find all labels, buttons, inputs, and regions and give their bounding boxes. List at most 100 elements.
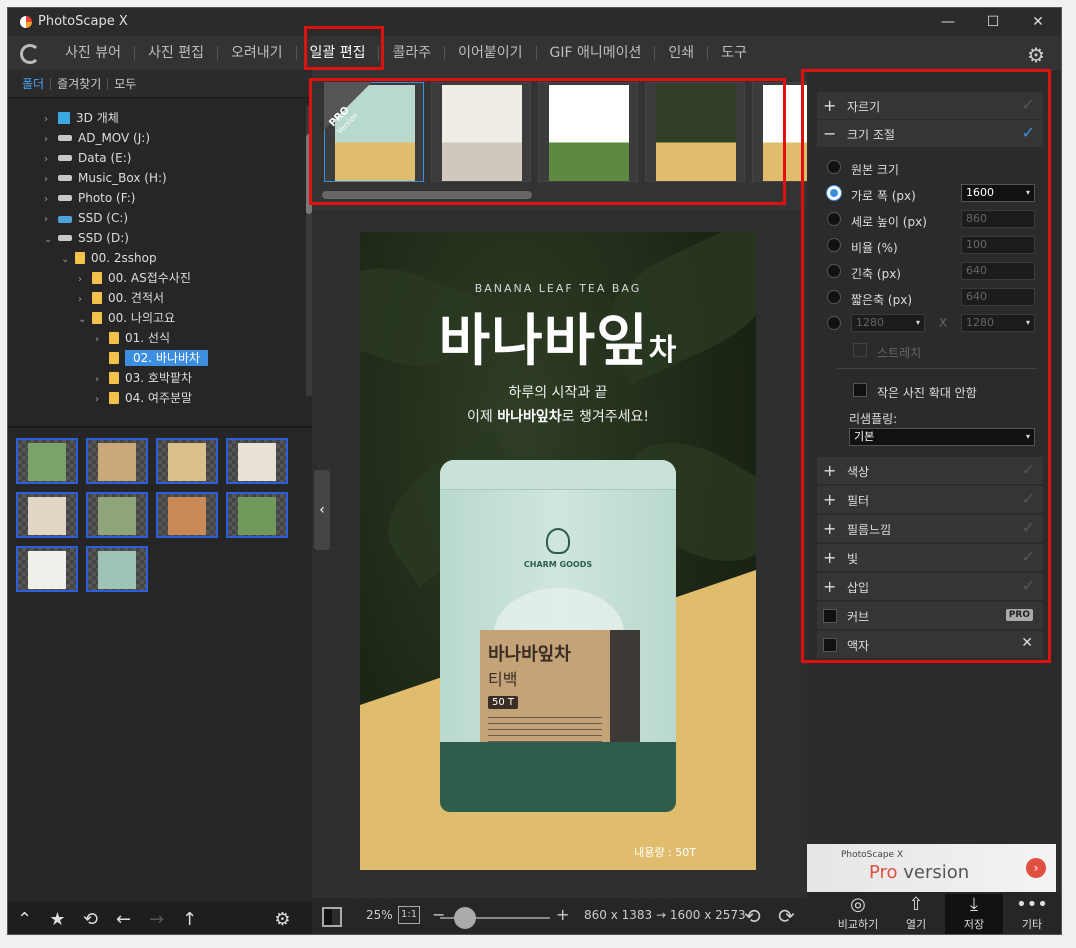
grid-thumbnail[interactable] (16, 492, 78, 538)
tree-item[interactable]: › 03. 호박팥차 (95, 368, 192, 388)
radio-option[interactable] (827, 186, 841, 200)
section-frame[interactable]: 액자 ✕ (817, 631, 1043, 659)
section-4[interactable]: + 삽입 ✓ (817, 573, 1043, 601)
tree-item[interactable]: › 00. AS접수사진 (78, 268, 191, 288)
check-icon: ✓ (1021, 547, 1035, 566)
up-arrow-icon[interactable]: ↑ (173, 909, 206, 930)
minimize-button[interactable]: — (928, 11, 968, 33)
grid-thumbnail[interactable] (86, 492, 148, 538)
drive-icon (58, 195, 72, 201)
tree-item[interactable]: › SSD (C:) (44, 208, 128, 228)
custom-height-field[interactable]: 1280 ▾ (961, 314, 1035, 332)
tree-item[interactable]: › Data (E:) (44, 148, 131, 168)
tab-2[interactable]: 오려내기 (218, 36, 296, 70)
collapse-left-panel-button[interactable]: ‹ (314, 470, 330, 550)
tree-item[interactable]: 02. 바나바차 (95, 348, 209, 368)
rotate-left-icon[interactable]: ⟲ (744, 904, 761, 928)
tab-all[interactable]: 모두 (108, 75, 142, 92)
section-1[interactable]: + 필터 ✓ (817, 486, 1043, 514)
left-tabs: 폴더 즐겨찾기 모두 (8, 70, 312, 98)
grid-thumbnail[interactable] (226, 438, 288, 484)
section-2[interactable]: + 필름느낌 ✓ (817, 515, 1043, 543)
strip-thumbnail[interactable] (431, 82, 531, 182)
strip-scrollbar[interactable] (322, 191, 532, 199)
zoom-out-button[interactable]: − (432, 905, 445, 924)
refresh-icon[interactable]: ⟲ (74, 909, 107, 930)
radio-option[interactable] (827, 290, 841, 304)
tab-1[interactable]: 사진 편집 (135, 36, 217, 70)
option-value-field[interactable]: 640 (961, 288, 1035, 306)
tree-item[interactable]: ⌄ SSD (D:) (44, 228, 129, 248)
resample-select[interactable]: 기본 ▾ (849, 428, 1035, 446)
collapse-up-icon[interactable]: ⌃ (8, 909, 41, 930)
tea-pouch-image: CHARM GOODS 바나바잎차 티백 50 T (440, 460, 676, 812)
radio-custom[interactable] (827, 316, 841, 330)
tab-favorites[interactable]: 즐겨찾기 (51, 75, 107, 92)
chevron-icon: › (44, 134, 48, 145)
grid-thumbnail[interactable] (156, 438, 218, 484)
tab-folder[interactable]: 폴더 (16, 75, 50, 92)
maximize-button[interactable]: ☐ (973, 11, 1013, 33)
tab-7[interactable]: 인쇄 (655, 36, 707, 70)
tree-item[interactable]: › AD_MOV (J:) (44, 128, 150, 148)
settings-gear-icon[interactable]: ⚙ (1027, 43, 1045, 67)
grid-thumbnail[interactable] (86, 546, 148, 592)
tab-0[interactable]: 사진 뷰어 (52, 36, 134, 70)
tab-4[interactable]: 콜라주 (379, 36, 444, 70)
section-crop[interactable]: + 자르기 ✓ (817, 92, 1043, 120)
folder-icon (109, 352, 119, 364)
zoom-in-button[interactable]: + (556, 905, 569, 924)
tree-item[interactable]: › 04. 여주분말 (95, 388, 192, 408)
no-enlarge-checkbox[interactable] (853, 383, 867, 397)
rotate-right-icon[interactable]: ⟳ (778, 904, 795, 928)
close-button[interactable]: ✕ (1018, 11, 1058, 33)
strip-thumbnail[interactable] (538, 82, 638, 182)
strip-thumbnail[interactable] (645, 82, 745, 182)
zoom-level[interactable]: 25% (366, 908, 393, 922)
zoom-slider-handle[interactable] (454, 907, 476, 929)
tree-item[interactable]: › Music_Box (H:) (44, 168, 167, 188)
photoscape-logo-icon[interactable] (20, 44, 40, 64)
tab-8[interactable]: 도구 (708, 36, 760, 70)
tree-item[interactable]: › 00. 견적서 (78, 288, 164, 308)
radio-option[interactable] (827, 212, 841, 226)
grid-thumbnail[interactable] (226, 492, 288, 538)
section-resize[interactable]: − 크기 조절 ✓ (817, 120, 1043, 148)
option-value-field[interactable]: 100 (961, 236, 1035, 254)
tree-item[interactable]: › Photo (F:) (44, 188, 135, 208)
tree-item[interactable]: › 01. 선식 (95, 328, 170, 348)
thumbnail-grid (8, 426, 312, 904)
save-button[interactable]: ⤓ 저장 (945, 894, 1003, 934)
forward-arrow-icon[interactable]: → (140, 909, 173, 930)
option-value-field[interactable]: 1600 ▾ (961, 184, 1035, 202)
grid-thumbnail[interactable] (16, 546, 78, 592)
stretch-checkbox[interactable] (853, 343, 867, 357)
grid-thumbnail[interactable] (16, 438, 78, 484)
pro-version-banner[interactable]: PhotoScape X Pro version › (807, 844, 1056, 892)
radio-option[interactable] (827, 160, 841, 174)
tab-5[interactable]: 이어붙이기 (445, 36, 535, 70)
back-arrow-icon[interactable]: ← (107, 909, 140, 930)
tree-item[interactable]: › 3D 개체 (44, 108, 119, 128)
actual-size-button[interactable]: 1:1 (398, 906, 421, 924)
tab-6[interactable]: GIF 애니메이션 (537, 36, 655, 70)
option-value-field[interactable]: 640 (961, 262, 1035, 280)
section-curves[interactable]: 커브 PRO (817, 602, 1043, 630)
open-button[interactable]: ⇧ 열기 (887, 894, 945, 934)
custom-width-field[interactable]: 1280 ▾ (851, 314, 925, 332)
tab-3[interactable]: 일괄 편집 (297, 36, 379, 70)
compare-button[interactable]: ◎ 비교하기 (829, 894, 887, 934)
option-value-field[interactable]: 860 (961, 210, 1035, 228)
section-0[interactable]: + 색상 ✓ (817, 457, 1043, 485)
grid-thumbnail[interactable] (86, 438, 148, 484)
compare-view-icon[interactable] (322, 907, 342, 927)
more-button[interactable]: ••• 기타 (1003, 894, 1061, 934)
settings-gear-icon[interactable]: ⚙ (266, 909, 299, 930)
favorite-star-icon[interactable]: ★ (41, 909, 74, 930)
tree-item[interactable]: ⌄ 00. 나의고요 (78, 308, 175, 328)
radio-option[interactable] (827, 238, 841, 252)
tree-item[interactable]: ⌄ 00. 2sshop (61, 248, 157, 268)
grid-thumbnail[interactable] (156, 492, 218, 538)
radio-option[interactable] (827, 264, 841, 278)
section-3[interactable]: + 빛 ✓ (817, 544, 1043, 572)
